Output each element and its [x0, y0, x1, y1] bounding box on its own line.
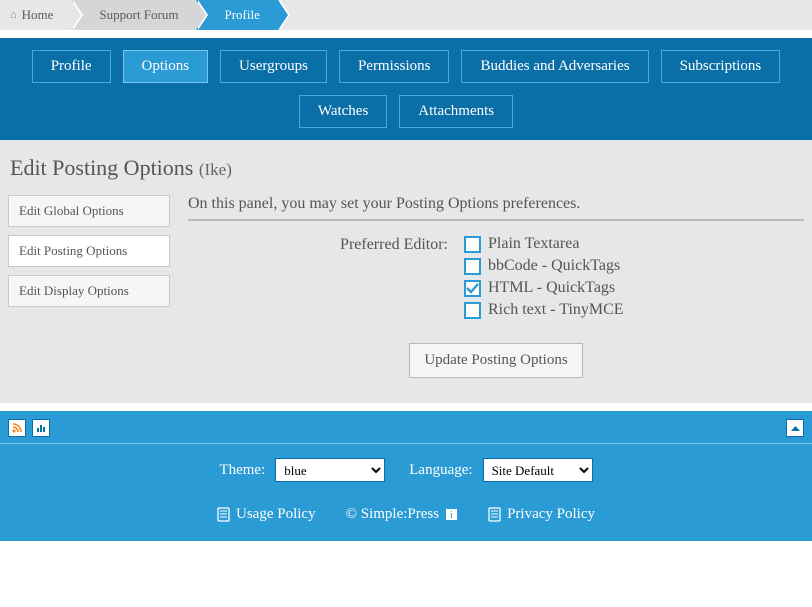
opt-html-label: HTML - QuickTags	[488, 279, 615, 297]
language-select[interactable]: Site Default	[483, 458, 593, 482]
tab-options[interactable]: Options	[123, 50, 209, 83]
panel-description: On this panel, you may set your Posting …	[188, 195, 804, 221]
update-button[interactable]: Update Posting Options	[409, 343, 582, 378]
crumb-home[interactable]: ⌂ Home	[0, 0, 71, 30]
tab-watches[interactable]: Watches	[299, 95, 387, 128]
checkbox-html[interactable]	[464, 280, 481, 297]
copyright-label: © Simple:Press	[346, 506, 440, 523]
opt-plain[interactable]: Plain Textarea	[464, 235, 624, 253]
page-title: Edit Posting Options (Ike)	[10, 155, 804, 181]
tab-usergroups[interactable]: Usergroups	[220, 50, 327, 83]
side-posting-options[interactable]: Edit Posting Options	[8, 235, 170, 267]
breadcrumb: ⌂ Home Support Forum Profile	[0, 0, 812, 30]
language-label: Language:	[409, 462, 472, 479]
tab-buddies[interactable]: Buddies and Adversaries	[461, 50, 648, 83]
theme-label: Theme:	[219, 462, 265, 479]
page-title-user: (Ike)	[199, 160, 232, 179]
tab-bar: Profile Options Usergroups Permissions B…	[0, 38, 812, 140]
opt-rich-label: Rich text - TinyMCE	[488, 301, 624, 319]
checkbox-bbcode[interactable]	[464, 258, 481, 275]
opt-plain-label: Plain Textarea	[488, 235, 579, 253]
privacy-policy-label: Privacy Policy	[507, 506, 595, 523]
theme-select[interactable]: blue	[275, 458, 385, 482]
crumb-home-label: Home	[22, 0, 54, 30]
editor-label: Preferred Editor:	[188, 235, 448, 319]
rss-icon[interactable]	[8, 419, 26, 437]
crumb-profile-label: Profile	[224, 0, 259, 30]
document-icon	[488, 507, 501, 522]
checkbox-plain[interactable]	[464, 236, 481, 253]
content-area: Edit Posting Options (Ike) Edit Global O…	[0, 140, 812, 403]
svg-text:i: i	[450, 510, 453, 521]
side-global-options[interactable]: Edit Global Options	[8, 195, 170, 227]
tab-profile[interactable]: Profile	[32, 50, 111, 83]
side-menu: Edit Global Options Edit Posting Options…	[8, 195, 170, 378]
privacy-policy-link[interactable]: Privacy Policy	[488, 506, 595, 523]
usage-policy-label: Usage Policy	[236, 506, 316, 523]
tab-attachments[interactable]: Attachments	[399, 95, 513, 128]
footer: Theme: blue Language: Site Default Usage…	[0, 411, 812, 541]
copyright-link[interactable]: © Simple:Press i	[346, 506, 459, 523]
opt-bbcode-label: bbCode - QuickTags	[488, 257, 620, 275]
info-icon: i	[445, 508, 458, 521]
side-display-options[interactable]: Edit Display Options	[8, 275, 170, 307]
opt-bbcode[interactable]: bbCode - QuickTags	[464, 257, 624, 275]
home-icon: ⌂	[10, 0, 17, 30]
opt-rich[interactable]: Rich text - TinyMCE	[464, 301, 624, 319]
page-title-text: Edit Posting Options	[10, 155, 193, 180]
tab-subscriptions[interactable]: Subscriptions	[661, 50, 781, 83]
crumb-forum[interactable]: Support Forum	[71, 0, 196, 30]
stats-icon[interactable]	[32, 419, 50, 437]
tab-permissions[interactable]: Permissions	[339, 50, 450, 83]
opt-html[interactable]: HTML - QuickTags	[464, 279, 624, 297]
checkbox-rich[interactable]	[464, 302, 481, 319]
document-icon	[217, 507, 230, 522]
crumb-forum-label: Support Forum	[99, 0, 178, 30]
scroll-top-icon[interactable]	[786, 419, 804, 437]
main-panel: On this panel, you may set your Posting …	[188, 195, 804, 378]
usage-policy-link[interactable]: Usage Policy	[217, 506, 316, 523]
crumb-profile[interactable]: Profile	[196, 0, 277, 30]
editor-options: Plain Textarea bbCode - QuickTags HTML -…	[464, 235, 624, 319]
